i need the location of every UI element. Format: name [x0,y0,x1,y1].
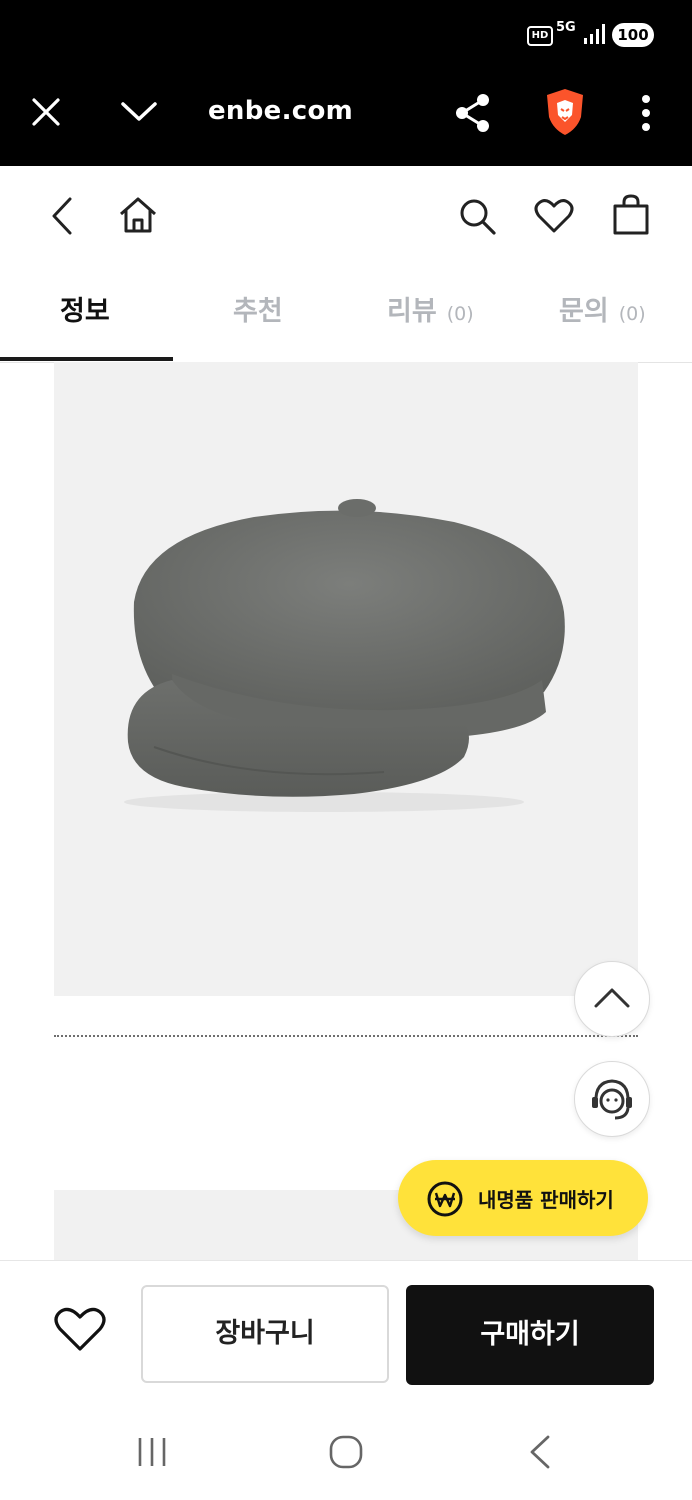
signal-icon [584,24,605,44]
back-nav-icon[interactable] [526,1434,554,1470]
url-text[interactable]: enbe.com [208,96,353,126]
tab-info-label: 정보 [60,296,110,327]
heart-icon[interactable] [534,198,574,234]
headset-support-icon [592,1079,632,1120]
tab-recommend-label: 추천 [233,296,283,327]
home-circle-icon[interactable] [328,1434,364,1470]
network-5g-label: 5G [556,20,576,35]
home-icon[interactable] [118,195,158,235]
hd-badge: HD [527,26,553,46]
tab-inquiry-count: (0) [618,303,646,325]
chevron-down-icon[interactable] [120,100,158,124]
newsboy-cap-illustration [124,499,565,812]
add-to-cart-button[interactable]: 장바구니 [141,1285,389,1383]
product-image [54,362,638,996]
wishlist-heart-icon[interactable] [54,1306,106,1352]
product-tabs: 정보 추천 리뷰 (0) 문의 (0) [0,266,692,363]
tab-reviews-count: (0) [446,303,474,325]
active-tab-indicator [0,357,173,361]
scroll-top-button[interactable] [574,961,650,1037]
tab-info[interactable]: 정보 [60,266,110,362]
section-divider [54,1035,638,1037]
tab-reviews[interactable]: 리뷰 (0) [387,266,474,362]
customer-support-button[interactable] [574,1061,650,1137]
shopping-bag-icon[interactable] [612,194,650,236]
close-icon[interactable] [30,96,62,128]
back-icon[interactable] [48,196,76,236]
sell-button-label: 내명품 판매하기 [478,1188,614,1212]
tab-recommend[interactable]: 추천 [233,266,283,362]
tab-inquiry-label: 문의 [559,296,609,327]
battery-indicator: 100 [612,23,654,47]
buy-now-button[interactable]: 구매하기 [406,1285,654,1385]
chevron-up-icon [594,988,630,1008]
status-time: KT 5:35 [42,20,140,45]
more-vertical-icon[interactable] [638,94,654,132]
recent-apps-icon[interactable] [136,1436,170,1468]
share-icon[interactable] [454,93,492,133]
search-icon[interactable] [457,196,497,236]
tab-inquiry[interactable]: 문의 (0) [559,266,646,362]
brave-shield-icon[interactable] [543,87,587,137]
tab-reviews-label: 리뷰 [387,296,437,327]
won-coin-icon [427,1181,463,1217]
